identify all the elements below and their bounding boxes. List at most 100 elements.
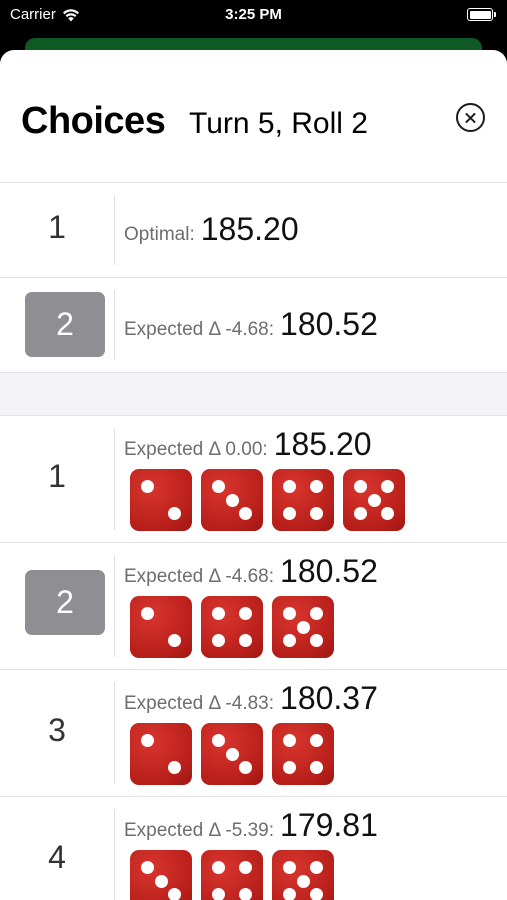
choices-sheet: Choices Turn 5, Roll 2 1 Optimal: 185.20 2 E… — [0, 50, 507, 900]
die-pip — [140, 860, 154, 874]
dice-set — [130, 723, 334, 785]
die-pip — [154, 874, 168, 888]
summary-list: 1 Optimal: 185.20 2 Expected Δ -4.68: 180.52 — [0, 183, 507, 373]
die-3-icon — [201, 723, 263, 785]
die-4-icon — [201, 596, 263, 658]
choice-number: 2 — [25, 570, 105, 635]
row-divider — [114, 290, 115, 360]
die-pip — [381, 479, 395, 493]
die-pip — [381, 507, 395, 521]
die-pip — [282, 733, 296, 747]
expected-label: Optimal: — [124, 224, 195, 245]
expected-score: Optimal: 185.20 — [124, 211, 299, 248]
expected-score: Expected Δ 0.00: 185.20 — [124, 426, 372, 463]
expected-score: Expected Δ -4.68: 180.52 — [124, 306, 378, 343]
die-pip — [282, 479, 296, 493]
die-pip — [310, 606, 324, 620]
score-value: 185.20 — [273, 426, 372, 462]
choice-row[interactable]: 4 Expected Δ -5.39: 179.81 — [0, 797, 507, 900]
dice-set — [130, 469, 405, 531]
dice-set — [130, 850, 334, 900]
die-pip — [282, 507, 296, 521]
choice-row[interactable]: 3 Expected Δ -4.83: 180.37 — [0, 670, 507, 797]
choice-list: 1 Expected Δ 0.00: 185.20 2 Expected Δ -4.68… — [0, 416, 507, 900]
die-pip — [296, 874, 310, 888]
close-button[interactable] — [456, 103, 485, 132]
die-pip — [282, 634, 296, 648]
die-4-icon — [272, 723, 334, 785]
die-pip — [282, 888, 296, 900]
die-pip — [310, 761, 324, 775]
expected-score: Expected Δ -5.39: 179.81 — [124, 807, 378, 844]
die-pip — [239, 606, 253, 620]
die-5-icon — [343, 469, 405, 531]
die-pip — [310, 888, 324, 900]
row-divider — [114, 809, 115, 900]
choice-number: 1 — [48, 209, 66, 245]
die-pip — [239, 860, 253, 874]
die-pip — [140, 733, 154, 747]
battery-icon — [467, 8, 496, 21]
die-2-icon — [130, 596, 192, 658]
die-pip — [168, 888, 182, 900]
score-value: 179.81 — [280, 807, 378, 843]
score-value: 185.20 — [200, 211, 299, 247]
die-4-icon — [201, 850, 263, 900]
die-2-icon — [130, 723, 192, 785]
die-4-icon — [272, 469, 334, 531]
die-5-icon — [272, 850, 334, 900]
die-pip — [168, 761, 182, 775]
die-pip — [211, 479, 225, 493]
expected-label: Expected Δ -4.68: — [124, 319, 275, 340]
die-pip — [310, 479, 324, 493]
expected-score: Expected Δ -4.68: 180.52 — [124, 553, 378, 590]
die-pip — [353, 479, 367, 493]
die-pip — [282, 606, 296, 620]
score-value: 180.52 — [280, 553, 378, 589]
die-pip — [239, 888, 253, 900]
choice-row[interactable]: 1 Expected Δ 0.00: 185.20 — [0, 416, 507, 543]
die-pip — [211, 888, 225, 900]
die-pip — [211, 634, 225, 648]
expected-label: Expected Δ -5.39: — [124, 820, 275, 841]
expected-label: Expected Δ 0.00: — [124, 439, 268, 460]
choice-number: 4 — [48, 839, 66, 875]
choice-number: 1 — [48, 458, 66, 494]
status-bar: Carrier 3:25 PM — [0, 0, 507, 30]
die-pip — [140, 479, 154, 493]
expected-label: Expected Δ -4.68: — [124, 566, 275, 587]
die-pip — [282, 860, 296, 874]
row-divider — [114, 682, 115, 784]
page-title: Choices — [21, 100, 166, 142]
die-5-icon — [272, 596, 334, 658]
die-3-icon — [130, 850, 192, 900]
choice-number: 2 — [25, 292, 105, 357]
die-pip — [225, 493, 239, 507]
expected-score: Expected Δ -4.83: 180.37 — [124, 680, 378, 717]
summary-row[interactable]: 1 Optimal: 185.20 — [0, 183, 507, 278]
die-pip — [168, 507, 182, 521]
choice-row[interactable]: 2 Expected Δ -4.68: 180.52 — [0, 543, 507, 670]
expected-label: Expected Δ -4.83: — [124, 693, 275, 714]
die-pip — [310, 860, 324, 874]
die-pip — [310, 733, 324, 747]
die-pip — [168, 634, 182, 648]
status-time: 3:25 PM — [225, 6, 282, 23]
die-pip — [239, 761, 253, 775]
row-divider — [114, 428, 115, 530]
die-pip — [140, 606, 154, 620]
row-divider — [114, 195, 115, 265]
summary-row[interactable]: 2 Expected Δ -4.68: 180.52 — [0, 278, 507, 373]
row-divider — [114, 555, 115, 657]
die-pip — [353, 507, 367, 521]
score-value: 180.37 — [280, 680, 378, 716]
sheet-header: Choices Turn 5, Roll 2 — [0, 50, 507, 183]
choice-number: 3 — [48, 712, 66, 748]
die-2-icon — [130, 469, 192, 531]
die-pip — [239, 634, 253, 648]
die-pip — [296, 620, 310, 634]
die-pip — [211, 733, 225, 747]
die-pip — [367, 493, 381, 507]
dice-set — [130, 596, 334, 658]
die-pip — [310, 634, 324, 648]
